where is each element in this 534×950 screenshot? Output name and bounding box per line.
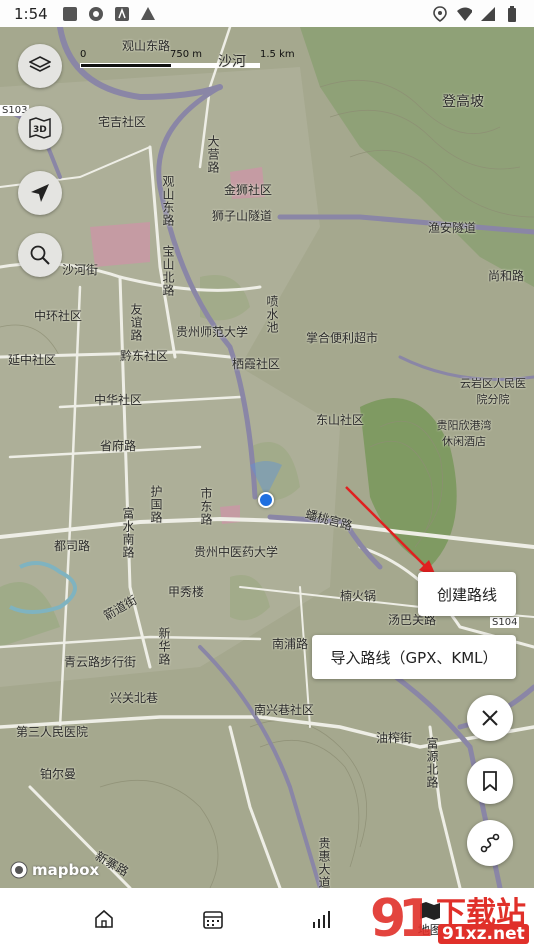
battery-icon — [504, 5, 520, 22]
home-icon — [95, 909, 114, 928]
map-label: 宅吉社区 — [98, 115, 147, 129]
bookmark-button[interactable] — [467, 758, 513, 804]
map-label: 宝山北路 — [161, 245, 175, 297]
scale-max: 1.5 km — [260, 49, 295, 60]
map-label: 东山社区 — [316, 413, 365, 427]
map-label: 中华社区 — [94, 393, 143, 407]
bookmark-icon — [483, 771, 497, 791]
map-label: 油榨街 — [376, 731, 413, 745]
calendar-icon — [202, 911, 223, 929]
map-label: 南浦路 — [272, 637, 309, 651]
bar-chart-icon — [313, 911, 331, 928]
map-label: 渔安隧道 — [428, 221, 477, 235]
status-time: 1:54 — [14, 4, 48, 23]
map-label: 富水南路 — [121, 507, 135, 559]
map-label: 护国路 — [149, 485, 163, 524]
location-icon — [432, 5, 448, 22]
svg-text:3D: 3D — [33, 125, 47, 135]
map-label: 贵阳欣港湾休闲酒店 — [436, 419, 492, 448]
map-label: 铂尔曼 — [40, 767, 77, 781]
layers-button[interactable] — [18, 44, 62, 88]
map-label: 沙河 — [218, 54, 246, 70]
current-location-dot — [258, 492, 274, 508]
map-label: 富源北路 — [425, 737, 439, 789]
map-label: 中环社区 — [34, 309, 83, 323]
locate-me-button[interactable] — [18, 171, 62, 215]
map-label: 青云路步行街 — [64, 655, 137, 669]
site-watermark: 9 1 下载站 91xz.net — [360, 884, 534, 950]
nav-home[interactable] — [74, 894, 134, 944]
scale-mid: 750 m — [170, 49, 203, 60]
app-notification-icon — [62, 6, 78, 22]
close-menu-button[interactable] — [467, 695, 513, 741]
nav-stats[interactable] — [291, 894, 351, 944]
map-label: 兴关北巷 — [110, 691, 159, 705]
layers-icon — [29, 56, 51, 72]
map-view[interactable]: 0 750 m 1.5 km 观山东路 沙河 宅吉社区 大营路 金狮社区 观山东… — [0, 27, 534, 888]
wifi-icon — [456, 6, 472, 22]
map-label: 甲秀楼 — [168, 585, 205, 599]
map-label: 第三人民医院 — [16, 725, 89, 739]
map-label: 喷水池 — [265, 295, 279, 334]
3d-map-icon: 3D — [29, 117, 51, 139]
map-label: 狮子山隧道 — [212, 209, 273, 223]
map-label: 观山东路 — [122, 39, 171, 53]
map-label: 省府路 — [100, 439, 137, 453]
nav-calendar[interactable] — [183, 894, 243, 944]
map-label: 登高坡 — [442, 94, 484, 110]
3d-view-button[interactable]: 3D — [18, 106, 62, 150]
import-route-menu-item[interactable]: 导入路线（GPX、KML） — [312, 635, 516, 679]
mapbox-logo: mapbox — [10, 861, 99, 879]
map-label: 黔东社区 — [120, 349, 169, 363]
map-label: 友谊路 — [129, 303, 143, 342]
map-label: 沙河街 — [62, 263, 99, 277]
map-label: 楠火锅 — [340, 589, 377, 603]
map-label: 贵州师范大学 — [176, 325, 249, 339]
search-button[interactable] — [18, 233, 62, 277]
route-icon — [480, 833, 500, 853]
map-label: 观山东路 — [161, 175, 175, 227]
map-label: 尚和路 — [488, 269, 525, 283]
watermark-url: 91xz.net — [438, 924, 529, 944]
map-label: 金狮社区 — [224, 183, 273, 197]
signal-icon — [480, 6, 496, 22]
route-button[interactable] — [467, 820, 513, 866]
aperture-icon — [88, 6, 104, 22]
map-label: 贵惠大道 — [317, 837, 331, 888]
warning-triangle-icon — [140, 6, 156, 22]
svg-text:1: 1 — [398, 889, 434, 949]
road-shield: S104 — [490, 617, 520, 628]
map-label: 新华路 — [157, 627, 171, 666]
app-a-icon — [114, 6, 130, 22]
create-route-menu-item[interactable]: 创建路线 — [418, 572, 516, 616]
map-label: 市东路 — [199, 487, 213, 526]
map-label: 云岩区人民医院分院 — [460, 377, 526, 406]
scale-bar: 0 750 m 1.5 km — [80, 49, 300, 69]
map-label: 掌合便利超市 — [306, 331, 379, 345]
map-label: 都司路 — [54, 539, 91, 553]
close-icon — [482, 710, 498, 726]
search-icon — [30, 245, 50, 265]
navigation-arrow-icon — [31, 184, 49, 202]
map-terrain — [0, 27, 534, 888]
status-bar: 1:54 — [0, 0, 534, 27]
map-label: 栖霞社区 — [232, 357, 281, 371]
scale-zero: 0 — [80, 49, 87, 60]
mapbox-icon — [10, 861, 28, 879]
map-label: 延中社区 — [8, 353, 57, 367]
map-label: 贵州中医药大学 — [194, 545, 279, 559]
mapbox-text: mapbox — [32, 861, 100, 879]
map-label: 大营路 — [206, 135, 220, 174]
map-label: 南兴巷社区 — [254, 703, 315, 717]
